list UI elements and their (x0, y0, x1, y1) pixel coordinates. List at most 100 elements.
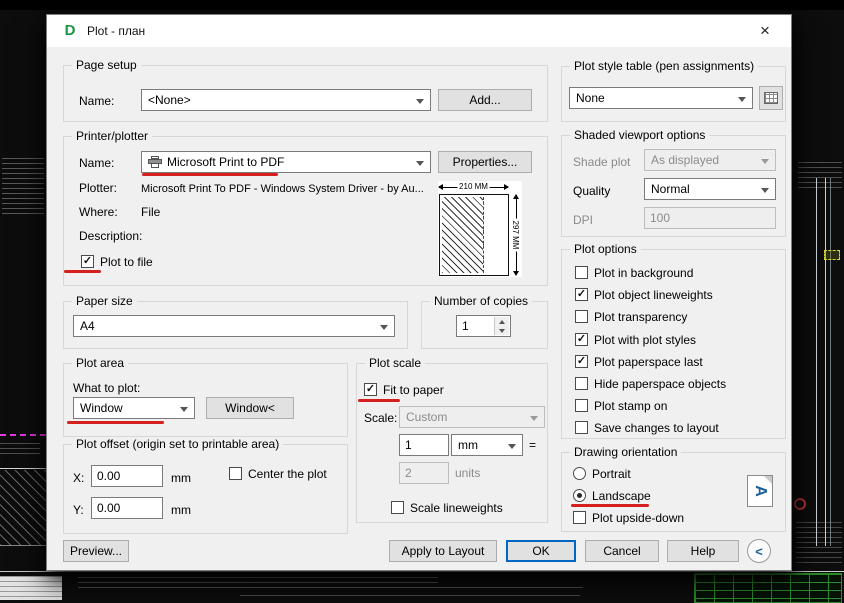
apply-to-layout-button[interactable]: Apply to Layout (389, 540, 497, 562)
hide-paperspace-objects-checkbox[interactable] (575, 377, 588, 390)
paper-sheet (439, 194, 509, 276)
annotation-underline-plot-to-file (64, 270, 101, 273)
plot-with-plot-styles-label[interactable]: Plot with plot styles (594, 333, 696, 347)
annotation-underline-printer-name (142, 173, 278, 176)
collapse-options-button[interactable]: < (747, 539, 771, 563)
shaded-viewport-legend: Shaded viewport options (570, 128, 710, 142)
center-plot-label[interactable]: Center the plot (248, 467, 327, 481)
dpi-field: 100 (644, 207, 776, 229)
stepper-arrows[interactable] (494, 317, 509, 335)
landscape-label[interactable]: Landscape (592, 489, 651, 503)
stepper-down-icon[interactable] (495, 326, 509, 335)
fit-to-paper-label[interactable]: Fit to paper (383, 383, 444, 397)
background-left-hatch-drawing (0, 470, 46, 545)
plot-paperspace-last-label[interactable]: Plot paperspace last (594, 355, 703, 369)
app-logo-icon: D (61, 22, 79, 40)
offset-x-field[interactable]: 0.00 (91, 465, 163, 487)
portrait-radio[interactable] (573, 467, 586, 480)
scale-label: Scale: (364, 411, 398, 425)
landscape-radio[interactable] (573, 489, 586, 502)
plot-transparency-label[interactable]: Plot transparency (594, 310, 687, 324)
printer-properties-button[interactable]: Properties... (438, 151, 532, 173)
shade-plot-combobox: As displayed (644, 149, 776, 171)
annotation-underline-landscape (571, 504, 649, 507)
hide-paperspace-objects-label[interactable]: Hide paperspace objects (594, 377, 726, 391)
plotter-label: Plotter: (79, 181, 118, 195)
add-page-setup-button[interactable]: Add... (438, 89, 532, 111)
plot-stamp-on-checkbox[interactable] (575, 399, 588, 412)
plot-with-plot-styles-checkbox[interactable] (575, 333, 588, 346)
printer-name-label: Name: (79, 156, 115, 170)
page-setup-name-combobox[interactable]: <None> (141, 89, 431, 111)
plot-to-file-label[interactable]: Plot to file (100, 255, 153, 269)
quality-combobox[interactable]: Normal (644, 178, 776, 200)
portrait-label[interactable]: Portrait (592, 467, 631, 481)
scale-unit-combobox[interactable]: mm (451, 434, 523, 456)
cancel-button[interactable]: Cancel (585, 540, 659, 562)
paper-size-legend: Paper size (72, 294, 137, 308)
background-red-circle-marker (794, 498, 806, 510)
center-plot-checkbox[interactable] (229, 467, 242, 480)
scale-lineweights-label[interactable]: Scale lineweights (410, 501, 503, 515)
ok-button[interactable]: OK (506, 540, 576, 562)
page-setup-name-label: Name: (79, 94, 115, 108)
plot-style-combobox[interactable]: None (569, 87, 753, 109)
background-left-white-line (0, 468, 46, 469)
dialog-titlebar[interactable]: D Plot - план × (47, 15, 791, 47)
chevron-down-icon (761, 188, 769, 193)
stepper-up-icon[interactable] (495, 317, 509, 326)
plot-in-background-checkbox[interactable] (575, 266, 588, 279)
printer-name-combobox[interactable]: Microsoft Print to PDF (141, 151, 431, 173)
chevron-down-icon (761, 159, 769, 164)
plot-paperspace-last-checkbox[interactable] (575, 355, 588, 368)
window-pick-button[interactable]: Window< (206, 397, 294, 419)
background-bottom-note-text-3 (240, 595, 580, 600)
offset-x-label: X: (73, 471, 85, 485)
chevron-down-icon (416, 99, 424, 104)
plot-in-background-label[interactable]: Plot in background (594, 266, 693, 280)
plot-transparency-checkbox[interactable] (575, 310, 588, 323)
plot-offset-group: Plot offset (origin set to printable are… (63, 437, 348, 534)
shade-plot-label: Shade plot (573, 155, 631, 169)
preview-button[interactable]: Preview... (63, 540, 129, 562)
plot-object-lineweights-label[interactable]: Plot object lineweights (594, 288, 713, 302)
offset-y-label: Y: (73, 503, 84, 517)
quality-label: Quality (573, 184, 611, 198)
dialog-title: Plot - план (87, 24, 146, 38)
background-left-white-line-2 (0, 545, 46, 546)
fit-to-paper-checkbox[interactable] (364, 383, 377, 396)
orientation-letter: A (752, 485, 769, 497)
page-setup-name-value: <None> (148, 93, 191, 107)
plot-object-lineweights-checkbox[interactable] (575, 288, 588, 301)
edit-plot-style-button[interactable] (759, 86, 783, 110)
plot-offset-legend: Plot offset (origin set to printable are… (72, 437, 284, 451)
copies-value: 1 (462, 319, 469, 333)
dpi-label: DPI (573, 213, 594, 227)
plot-upside-down-checkbox[interactable] (573, 511, 586, 524)
plot-upside-down-label[interactable]: Plot upside-down (592, 511, 684, 525)
close-icon[interactable]: × (753, 19, 777, 43)
offset-y-field[interactable]: 0.00 (91, 497, 163, 519)
scale-denominator-field: 2 (399, 462, 449, 484)
printer-icon (148, 156, 162, 168)
help-button[interactable]: Help (667, 540, 739, 562)
background-right-drawing-text-2 (796, 522, 842, 566)
background-left-drawing-text (2, 158, 44, 214)
plot-to-file-checkbox[interactable] (81, 255, 94, 268)
chevron-down-icon (508, 444, 516, 449)
chevron-down-icon (416, 161, 424, 166)
scale-lineweights-checkbox[interactable] (391, 501, 404, 514)
plot-area-legend: Plot area (72, 356, 129, 370)
plot-options-legend: Plot options (570, 242, 641, 256)
copies-stepper[interactable]: 1 (456, 315, 511, 337)
paper-width-label: 210 MM (457, 182, 490, 192)
save-changes-to-layout-label[interactable]: Save changes to layout (594, 421, 719, 435)
paper-size-combobox[interactable]: A4 (73, 315, 395, 337)
plot-stamp-on-label[interactable]: Plot stamp on (594, 399, 667, 413)
plot-area-hatch (442, 197, 485, 273)
scale-numerator-field[interactable]: 1 (399, 434, 449, 456)
cad-application-background: D Plot - план × Page setup Name: <None> … (0, 0, 844, 603)
background-yellow-highlight-box (824, 250, 840, 260)
what-to-plot-combobox[interactable]: Window (73, 397, 195, 419)
save-changes-to-layout-checkbox[interactable] (575, 421, 588, 434)
